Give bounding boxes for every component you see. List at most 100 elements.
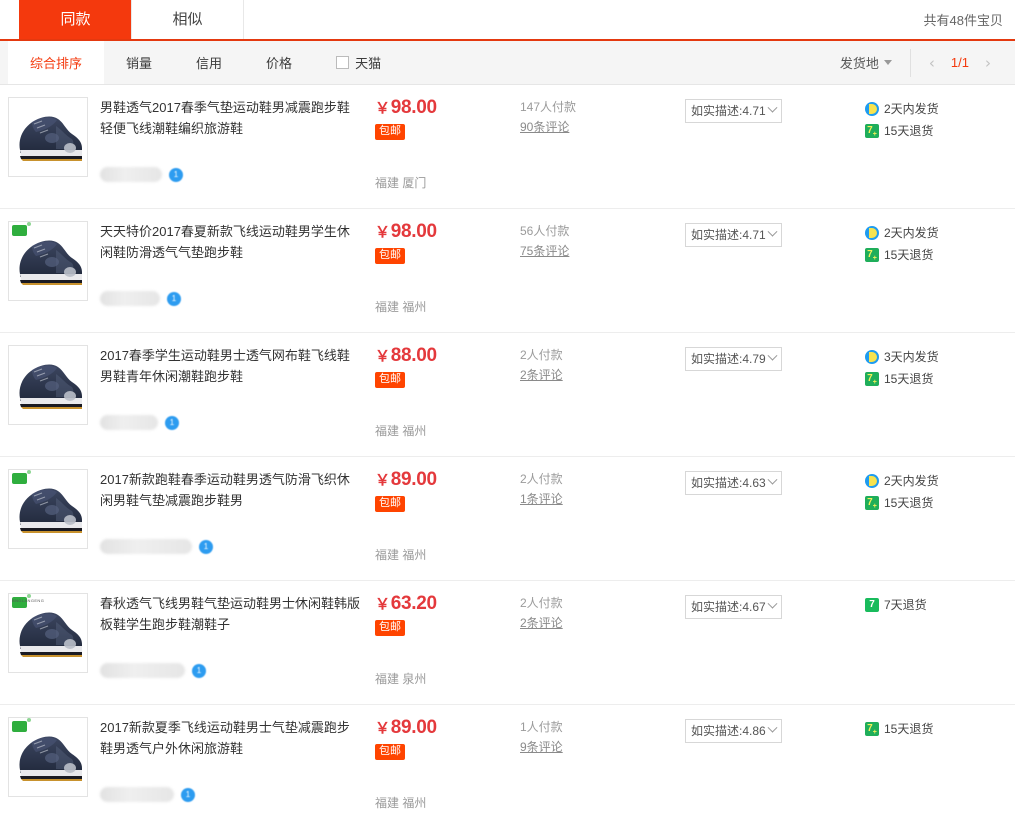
sort-option-price[interactable]: 价格 (244, 41, 314, 84)
product-thumbnail[interactable] (8, 97, 88, 177)
service-label: 15天退货 (884, 493, 933, 513)
shoe-image (12, 230, 86, 294)
review-count-link[interactable]: 75条评论 (520, 241, 569, 261)
tmall-filter-checkbox[interactable]: 天猫 (314, 41, 391, 84)
sort-option-comprehensive[interactable]: 综合排序 (8, 41, 104, 84)
product-title-cell: 2017新款跑鞋春季运动鞋男透气防滑飞织休闲男鞋气垫减震跑步鞋男 1 (100, 469, 375, 580)
review-count-link[interactable]: 2条评论 (520, 613, 563, 633)
product-row[interactable]: 2017新款跑鞋春季运动鞋男透气防滑飞织休闲男鞋气垫减震跑步鞋男 1 ￥89.0… (0, 457, 1015, 581)
description-rating-dropdown[interactable]: 如实描述:4.67 (685, 595, 782, 619)
product-title-link[interactable]: 2017新款跑鞋春季运动鞋男透气防滑飞织休闲男鞋气垫减震跑步鞋男 (100, 469, 361, 511)
return-15-icon: 7+ (865, 124, 879, 138)
description-rating-label: 如实描述:4.71 (691, 102, 766, 119)
product-row[interactable]: 2017新款夏季飞线运动鞋男士气垫减震跑步鞋男透气户外休闲旅游鞋 1 ￥89.0… (0, 705, 1015, 817)
shop-name-redacted[interactable] (100, 539, 192, 554)
shop-name-redacted[interactable] (100, 291, 160, 306)
product-service-cell: 3天内发货 7+ 15天退货 (865, 345, 1015, 456)
service-label: 3天内发货 (884, 347, 939, 367)
service-badge: 7+ 15天退货 (865, 369, 1015, 389)
description-rating-dropdown[interactable]: 如实描述:4.63 (685, 471, 782, 495)
product-row[interactable]: 天天特价2017春夏新款飞线运动鞋男学生休闲鞋防滑透气气垫跑步鞋 1 ￥98.0… (0, 209, 1015, 333)
return-7-icon: 7 (865, 598, 879, 612)
description-rating-dropdown[interactable]: 如实描述:4.71 (685, 223, 782, 247)
product-title-link[interactable]: 天天特价2017春夏新款飞线运动鞋男学生休闲鞋防滑透气气垫跑步鞋 (100, 221, 361, 263)
product-thumbnail[interactable] (8, 469, 88, 549)
review-count-link[interactable]: 9条评论 (520, 737, 563, 757)
currency-symbol: ￥ (375, 100, 390, 117)
product-thumbnail-cell (0, 469, 100, 580)
shipping-location: 福建 厦门 (375, 174, 520, 191)
product-row[interactable]: BNGLANGENG 春秋透气飞线男鞋气垫运动鞋男士休闲鞋韩版板鞋学生跑步鞋潮鞋… (0, 581, 1015, 705)
product-title-link[interactable]: 春秋透气飞线男鞋气垫运动鞋男士休闲鞋韩版板鞋学生跑步鞋潮鞋子 (100, 593, 361, 635)
fast-shipping-icon (865, 226, 879, 240)
service-badge: 7+ 15天退货 (865, 121, 1015, 141)
return-15-icon: 7+ (865, 496, 879, 510)
product-title-link[interactable]: 2017春季学生运动鞋男士透气网布鞋飞线鞋男鞋青年休闲潮鞋跑步鞋 (100, 345, 361, 387)
seller-rank-badge: 1 (165, 416, 179, 430)
product-title-link[interactable]: 男鞋透气2017春季气垫运动鞋男减震跑步鞋轻便飞线潮鞋编织旅游鞋 (100, 97, 361, 139)
product-rating-cell: 如实描述:4.71 (685, 221, 865, 332)
shop-info: 1 (100, 291, 361, 306)
product-row[interactable]: 男鞋透气2017春季气垫运动鞋男减震跑步鞋轻便飞线潮鞋编织旅游鞋 1 ￥98.0… (0, 85, 1015, 209)
page-indicator: 1/1 (945, 55, 975, 70)
seller-rank-badge: 1 (169, 168, 183, 182)
shipping-location: 福建 福州 (375, 546, 520, 563)
product-price: ￥88.00 (375, 345, 520, 367)
review-count-link[interactable]: 2条评论 (520, 365, 563, 385)
shoe-image (12, 478, 86, 542)
product-rating-cell: 如实描述:4.63 (685, 469, 865, 580)
description-rating-dropdown[interactable]: 如实描述:4.79 (685, 347, 782, 371)
product-thumbnail[interactable] (8, 221, 88, 301)
paid-count: 2人付款 (520, 593, 685, 613)
shop-info: 1 (100, 415, 361, 430)
service-badge: 7 7天退货 (865, 595, 1015, 615)
product-price-cell: ￥89.00 包邮 福建 福州 (375, 469, 520, 580)
promo-badge-icon (12, 473, 27, 484)
product-price-cell: ￥89.00 包邮 福建 福州 (375, 717, 520, 817)
fast-shipping-icon (865, 350, 879, 364)
shop-name-redacted[interactable] (100, 167, 162, 182)
shoe-image (12, 726, 86, 790)
product-thumbnail[interactable]: BNGLANGENG (8, 593, 88, 673)
shop-info: 1 (100, 539, 361, 554)
free-shipping-badge: 包邮 (375, 248, 405, 264)
shop-info: 1 (100, 787, 361, 802)
sort-options: 综合排序 销量 信用 价格 (0, 41, 314, 84)
product-service-cell: 7 7天退货 (865, 593, 1015, 704)
review-count-link[interactable]: 90条评论 (520, 117, 569, 137)
seller-rank-badge: 1 (199, 540, 213, 554)
prev-page-button[interactable]: ‹ (919, 54, 945, 72)
product-thumbnail[interactable] (8, 717, 88, 797)
description-rating-dropdown[interactable]: 如实描述:4.86 (685, 719, 782, 743)
product-title-link[interactable]: 2017新款夏季飞线运动鞋男士气垫减震跑步鞋男透气户外休闲旅游鞋 (100, 717, 361, 759)
free-shipping-badge: 包邮 (375, 744, 405, 760)
currency-symbol: ￥ (375, 472, 390, 489)
description-rating-dropdown[interactable]: 如实描述:4.71 (685, 99, 782, 123)
product-row[interactable]: 2017春季学生运动鞋男士透气网布鞋飞线鞋男鞋青年休闲潮鞋跑步鞋 1 ￥88.0… (0, 333, 1015, 457)
chevron-down-icon (767, 723, 777, 733)
paid-count: 2人付款 (520, 345, 685, 365)
product-thumbnail-cell (0, 97, 100, 208)
product-sales-cell: 2人付款 1条评论 (520, 469, 685, 580)
shop-info: 1 (100, 167, 361, 182)
service-label: 15天退货 (884, 719, 933, 739)
tmall-filter-label: 天猫 (355, 53, 381, 72)
free-shipping-badge: 包邮 (375, 496, 405, 512)
next-page-button[interactable]: › (975, 54, 1001, 72)
sort-option-credit[interactable]: 信用 (174, 41, 244, 84)
filter-sort-bar: 综合排序 销量 信用 价格 天猫 发货地 ‹ 1/1 › (0, 41, 1015, 85)
ship-from-dropdown[interactable]: 发货地 (822, 53, 910, 72)
shop-name-redacted[interactable] (100, 663, 185, 678)
product-rating-cell: 如实描述:4.79 (685, 345, 865, 456)
tab-similar[interactable]: 相似 (131, 0, 244, 39)
shoe-image (12, 354, 86, 418)
chevron-down-icon (767, 103, 777, 113)
review-count-link[interactable]: 1条评论 (520, 489, 563, 509)
shop-name-redacted[interactable] (100, 415, 158, 430)
checkbox-icon[interactable] (336, 56, 349, 69)
sort-option-sales[interactable]: 销量 (104, 41, 174, 84)
product-title-cell: 天天特价2017春夏新款飞线运动鞋男学生休闲鞋防滑透气气垫跑步鞋 1 (100, 221, 375, 332)
tab-same-style[interactable]: 同款 (19, 0, 132, 39)
shop-name-redacted[interactable] (100, 787, 174, 802)
product-thumbnail[interactable] (8, 345, 88, 425)
